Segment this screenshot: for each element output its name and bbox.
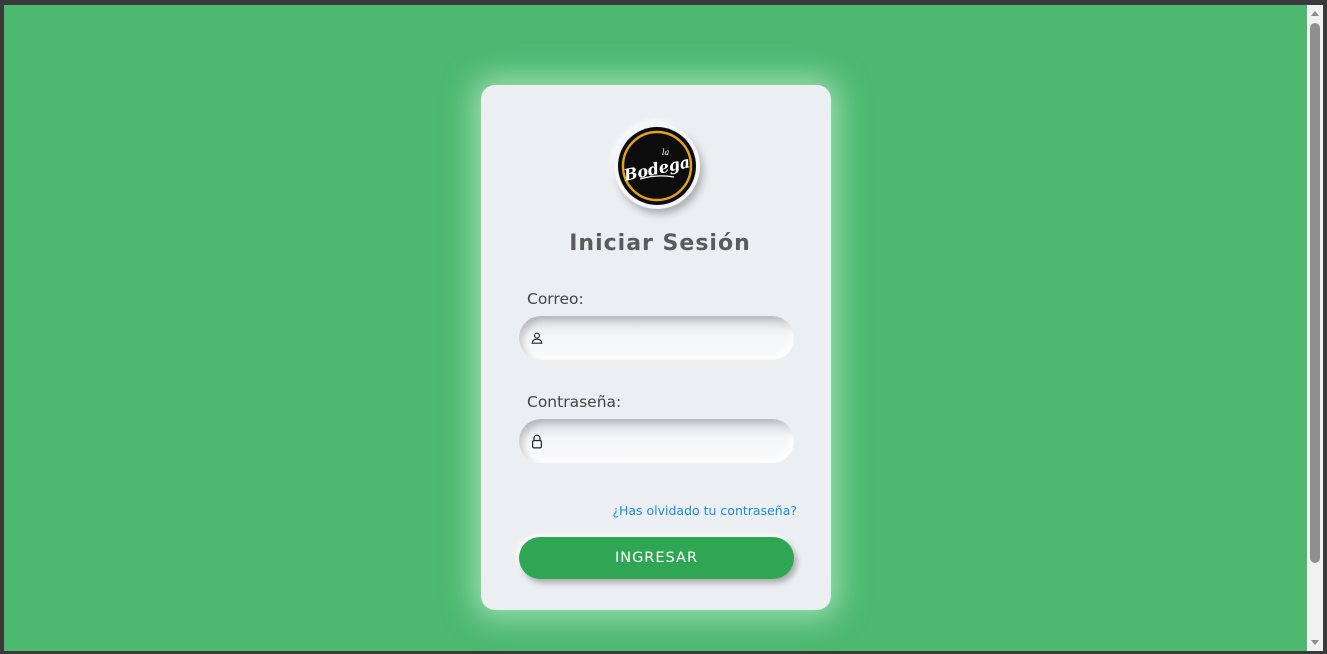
- logo-script-main: Bodega: [621, 152, 692, 185]
- page-viewport: la Bodega Iniciar Sesión Correo: Contras…: [4, 5, 1307, 651]
- brand-logo-graphic: la Bodega: [621, 130, 693, 202]
- password-field[interactable]: [519, 418, 794, 464]
- email-label: Correo:: [527, 290, 584, 308]
- scroll-up-arrow-icon[interactable]: [1311, 11, 1319, 16]
- page-scrollbar[interactable]: [1307, 5, 1323, 651]
- brand-logo: la Bodega: [618, 127, 696, 205]
- password-input[interactable]: [550, 418, 780, 464]
- logo-frame: la Bodega: [614, 123, 700, 209]
- login-card: la Bodega Iniciar Sesión Correo: Contras…: [481, 85, 831, 610]
- login-submit-button[interactable]: INGRESAR: [519, 537, 794, 579]
- page-title: Iniciar Sesión: [569, 231, 751, 256]
- forgot-password-link[interactable]: ¿Has olvidado tu contraseña?: [612, 503, 797, 518]
- scroll-thumb[interactable]: [1310, 23, 1320, 563]
- lock-icon: [530, 434, 544, 449]
- email-field[interactable]: [519, 315, 794, 361]
- email-input[interactable]: [550, 315, 780, 361]
- scroll-down-arrow-icon[interactable]: [1311, 640, 1319, 645]
- user-icon: [530, 331, 544, 345]
- password-label: Contraseña:: [527, 393, 622, 411]
